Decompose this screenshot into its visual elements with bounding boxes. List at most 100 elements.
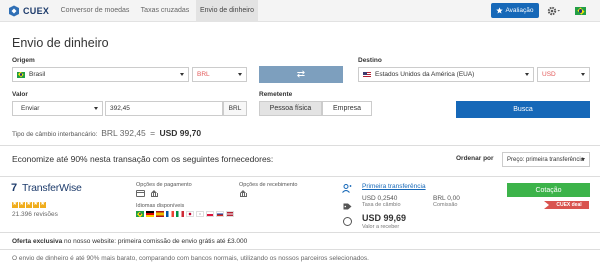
sort-value: Preço: primeira transferência [507, 156, 585, 163]
tag-icon [343, 203, 352, 210]
cuex-logo[interactable]: CUEX [8, 4, 49, 18]
interbank-from: BRL 392,45 [101, 128, 146, 138]
results-headline: Economize até 90% nesta transação com os… [12, 154, 274, 164]
receive-options-label: Opções de recebimento [239, 182, 298, 188]
payment-options [136, 190, 159, 197]
chevron-down-icon [525, 73, 529, 76]
footer-text: O envio de dinheiro é até 90% mais barat… [12, 255, 369, 262]
bank-icon [150, 190, 159, 197]
value-label: Valor [12, 91, 28, 98]
fee-value: BRL 0,00 [433, 195, 460, 202]
rating-button[interactable]: Avaliação [491, 3, 539, 18]
origin-currency-value: BRL [197, 71, 210, 78]
sender-label: Remetente [259, 91, 293, 98]
fee-label: Comissão [433, 202, 458, 208]
exclusive-offer-text: no nosso website: primeira comissão de e… [62, 238, 248, 245]
divider [0, 176, 600, 177]
swap-arrows-icon: ⇄ [296, 69, 306, 80]
star-icon [40, 200, 46, 208]
value-mode-value: Enviar [21, 105, 40, 112]
origin-label: Origem [12, 57, 35, 64]
star-icon [496, 7, 504, 14]
origin-country-select[interactable]: Brasil [12, 67, 189, 82]
sender-individual-option[interactable]: Pessoa física [259, 101, 322, 116]
germany-flag-icon [146, 211, 154, 217]
poland-flag-icon [206, 211, 214, 217]
star-icon [33, 200, 39, 208]
sort-label: Ordenar por [456, 155, 494, 162]
exchange-rate-label: Taxa de câmbio [362, 202, 401, 208]
chevron-down-icon [94, 107, 98, 110]
exchange-rate-value: USD 0,2540 [362, 195, 398, 202]
france-flag-icon [166, 211, 174, 217]
tab-currency-converter[interactable]: Conversor de moedas [58, 0, 132, 22]
destination-currency-select[interactable]: USD [537, 67, 590, 82]
cuex-logo-icon [9, 5, 19, 17]
swap-button[interactable]: ⇄ [259, 66, 343, 83]
rating-button-label: Avaliação [505, 7, 534, 14]
interbank-rate-label: Tipo de câmbio interbancário: [12, 131, 98, 138]
sender-company-option[interactable]: Empresa [322, 101, 372, 116]
destination-currency-value: USD [542, 71, 556, 78]
value-mode-select[interactable]: Enviar [12, 101, 103, 116]
destination-country-value: Estados Unidos da América (EUA) [375, 71, 475, 78]
brazil-flag-icon [136, 211, 144, 217]
receive-amount: USD 99,69 [362, 213, 407, 223]
gear-icon[interactable] [547, 6, 561, 16]
amount-currency-addon: BRL [223, 101, 247, 116]
interbank-to: USD 99,70 [159, 128, 202, 138]
exclusive-offer-bold: Oferta exclusiva [12, 238, 63, 245]
divider [0, 249, 600, 250]
person-icon [342, 184, 352, 193]
page-title: Envio de dinheiro [12, 36, 109, 50]
star-icon [19, 200, 25, 208]
destination-label: Destino [358, 57, 382, 64]
transferwise-logo-icon: 7 [11, 182, 18, 194]
brazil-flag-icon[interactable] [575, 7, 586, 15]
interbank-equals: = [147, 128, 158, 138]
tab-cross-rates[interactable]: Taxas cruzadas [134, 0, 196, 22]
tab-money-transfer[interactable]: Envio de dinheiro [196, 0, 258, 22]
exclusive-offer: Oferta exclusiva no nosso website: prime… [12, 238, 247, 245]
flag-icon [226, 211, 234, 217]
origin-country-value: Brasil [29, 71, 46, 78]
korea-flag-icon [196, 211, 204, 217]
chevron-down-icon [581, 73, 585, 76]
brand-name: CUEX [23, 6, 50, 16]
search-button[interactable]: Busca [456, 101, 590, 118]
top-navbar: CUEX Conversor de moedas Taxas cruzadas … [0, 0, 600, 22]
origin-currency-select[interactable]: BRL [192, 67, 247, 82]
russia-flag-icon [216, 211, 224, 217]
languages-label: Idiomas disponíveis [136, 203, 185, 209]
bank-icon [239, 190, 248, 197]
cuex-deal-badge: CUEX deal [544, 201, 589, 209]
provider-reviews[interactable]: 21.396 revisões [12, 211, 58, 218]
provider-name[interactable]: TransferWise [22, 182, 82, 194]
destination-country-select[interactable]: Estados Unidos da América (EUA) [358, 67, 534, 82]
interbank-rate: Tipo de câmbio interbancário: BRL 392,45… [12, 128, 201, 138]
amount-value: 392,45 [110, 105, 130, 112]
provider-rating [12, 200, 46, 208]
amount-input[interactable]: 392,45 [105, 101, 223, 116]
japan-flag-icon [186, 211, 194, 217]
quote-button[interactable]: Cotação [507, 183, 590, 197]
credit-card-icon [136, 190, 145, 197]
brazil-flag-icon [17, 71, 25, 78]
spain-flag-icon [156, 211, 164, 217]
chevron-down-icon [180, 73, 184, 76]
chevron-down-icon [581, 158, 585, 161]
money-icon [343, 217, 352, 226]
italy-flag-icon [176, 211, 184, 217]
usa-flag-icon [363, 71, 371, 78]
first-transfer-link[interactable]: Primeira transferência [362, 183, 426, 190]
receive-options [239, 190, 248, 197]
receive-amount-label: Valor a receber [362, 224, 400, 230]
payment-options-label: Opções de pagamento [136, 182, 192, 188]
chevron-down-icon [238, 73, 242, 76]
sort-select[interactable]: Preço: primeira transferência [502, 152, 590, 167]
languages-list [136, 211, 234, 217]
divider [0, 232, 600, 233]
amount-currency: BRL [228, 105, 242, 112]
star-icon [26, 200, 32, 208]
divider [0, 145, 600, 146]
